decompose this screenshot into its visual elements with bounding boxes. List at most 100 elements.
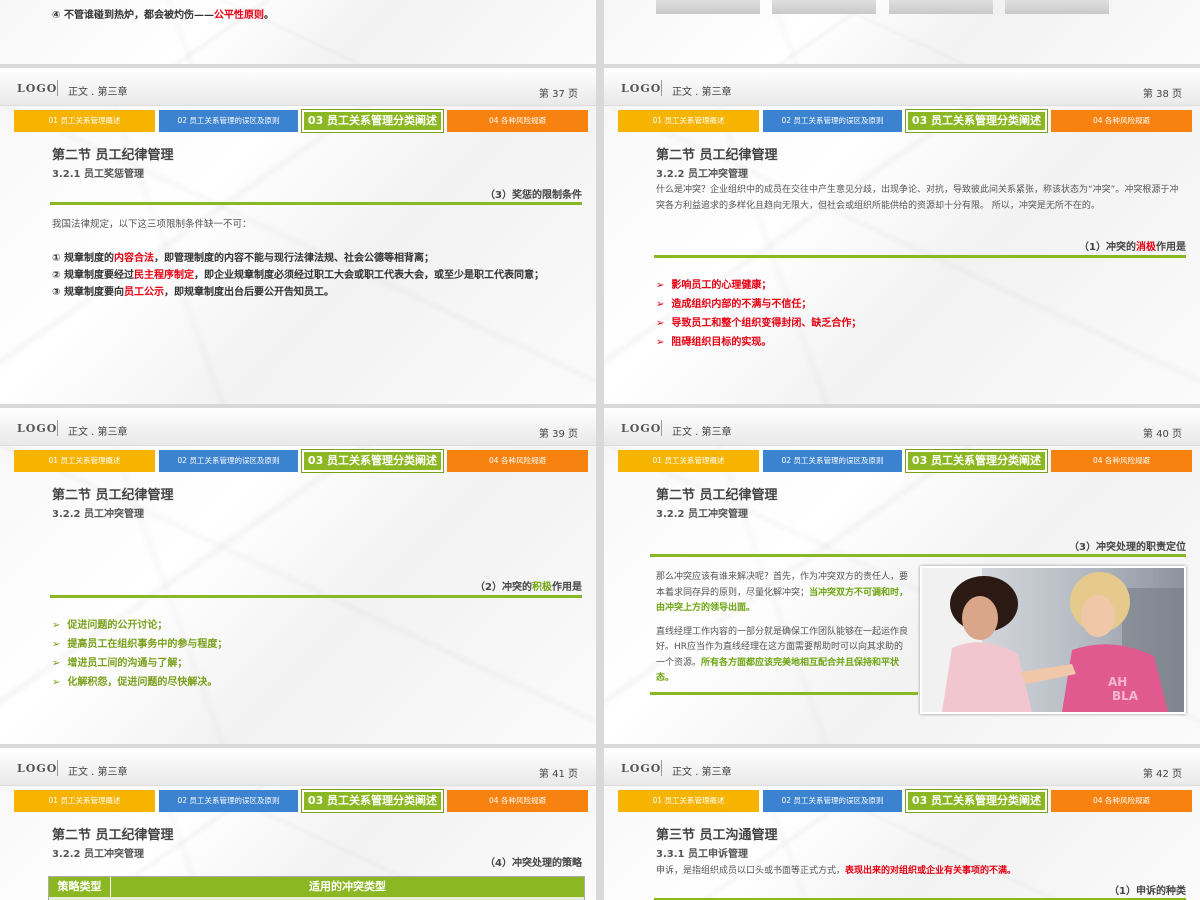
tab-overview[interactable]: 01 员工关系管理概述 (618, 110, 759, 132)
tab-classification[interactable]: 03 员工关系管理分类阐述 (905, 789, 1048, 813)
list-item: ① 规章制度的内容合法，即管理制度的内容不能与现行法律法规、社会公德等相背离； (52, 253, 434, 264)
tab-mistakes-principles[interactable]: 02 员工关系管理的误区及原则 (159, 450, 298, 472)
topic-heading: （2）冲突的积极作用是 (475, 582, 582, 593)
slide-partial-top-right[interactable] (604, 0, 1200, 64)
tab-overview[interactable]: 01 员工关系管理概述 (14, 790, 155, 812)
principle-line: ④ 不管谁碰到热炉，都会被灼伤——公平性原则。 (52, 10, 274, 21)
tab-risk-avoidance[interactable]: 04 各种风险规避 (1051, 450, 1192, 472)
tab-classification[interactable]: 03 员工关系管理分类阐述 (301, 789, 444, 813)
tab-overview[interactable]: 01 员工关系管理概述 (14, 110, 155, 132)
tab-classification[interactable]: 03 员工关系管理分类阐述 (301, 449, 444, 473)
svg-text:BLA: BLA (1112, 689, 1139, 703)
topic-heading: （3）奖惩的限制条件 (485, 190, 582, 201)
tab-mistakes-principles[interactable]: 02 员工关系管理的误区及原则 (159, 790, 298, 812)
tab-overview[interactable]: 01 员工关系管理概述 (14, 450, 155, 472)
topic-heading: （1）冲突的消极作用是 (1079, 242, 1186, 253)
paragraph: 直线经理工作内容的一部分就是确保工作团队能够在一起运作良好。HR应当作为直线经理… (656, 626, 909, 684)
decor-box (772, 0, 876, 14)
intro-text: 我国法律规定，以下这三项限制条件缺一不可： (52, 219, 252, 230)
divider (661, 420, 662, 436)
tab-mistakes-principles[interactable]: 02 员工关系管理的误区及原则 (763, 110, 902, 132)
tab-overview[interactable]: 01 员工关系管理概述 (618, 790, 759, 812)
tab-risk-avoidance[interactable]: 04 各种风险规避 (447, 110, 588, 132)
nav-tabs: 01 员工关系管理概述 02 员工关系管理的误区及原则 03 员工关系管理分类阐… (14, 449, 588, 473)
chapter-label: 正文 . 第三章 (672, 767, 732, 778)
slide-37[interactable]: LOGO 正文 . 第三章 第 37 页 01 员工关系管理概述 02 员工关系… (0, 68, 596, 404)
tab-risk-avoidance[interactable]: 04 各种风险规避 (447, 790, 588, 812)
logo: LOGO (17, 422, 58, 435)
list-item: ➢ 造成组织内部的不满与不信任； (656, 299, 812, 310)
nav-tabs: 01 员工关系管理概述 02 员工关系管理的误区及原则 03 员工关系管理分类阐… (618, 789, 1192, 813)
tab-mistakes-principles[interactable]: 02 员工关系管理的误区及原则 (159, 110, 298, 132)
nav-tabs: 01 员工关系管理概述 02 员工关系管理的误区及原则 03 员工关系管理分类阐… (14, 789, 588, 813)
tab-classification[interactable]: 03 员工关系管理分类阐述 (905, 109, 1048, 133)
tab-overview[interactable]: 01 员工关系管理概述 (618, 450, 759, 472)
tab-risk-avoidance[interactable]: 04 各种风险规避 (447, 450, 588, 472)
slide-partial-top-left[interactable]: ④ 不管谁碰到热炉，都会被灼伤——公平性原则。 (0, 0, 596, 64)
subsection-title: 3.2.2 员工冲突管理 (52, 509, 144, 520)
section-title: 第二节 员工纪律管理 (656, 488, 778, 503)
slide-41[interactable]: LOGO 正文 . 第三章 第 41 页 01 员工关系管理概述 02 员工关系… (0, 748, 596, 900)
decor-box (1005, 0, 1109, 14)
page-number: 第 39 页 (538, 429, 578, 440)
logo: LOGO (17, 762, 58, 775)
tab-mistakes-principles[interactable]: 02 员工关系管理的误区及原则 (763, 790, 902, 812)
topic-heading: （1）申诉的种类 (1109, 886, 1186, 897)
green-rule (654, 255, 1186, 258)
logo: LOGO (17, 82, 58, 95)
slide-39[interactable]: LOGO 正文 . 第三章 第 39 页 01 员工关系管理概述 02 员工关系… (0, 408, 596, 744)
list-item: ③ 规章制度要向员工公示，即规章制度出台后要公开告知员工。 (52, 287, 334, 298)
negative-effects-list: ➢ 影响员工的心理健康； ➢ 造成组织内部的不满与不信任； ➢ 导致员工和整个组… (656, 276, 861, 352)
logo: LOGO (621, 82, 662, 95)
list-item: ➢ 促进问题的公开讨论； (52, 620, 168, 631)
tab-risk-avoidance[interactable]: 04 各种风险规避 (1051, 110, 1192, 132)
decor-box (656, 0, 760, 14)
page-number: 第 42 页 (1142, 769, 1182, 780)
slide-header: LOGO 正文 . 第三章 第 41 页 (0, 748, 596, 786)
slide-header: LOGO 正文 . 第三章 第 39 页 (0, 408, 596, 446)
list-item: ➢ 导致员工和整个组织变得封闭、缺乏合作； (656, 318, 862, 329)
subsection-title: 3.2.2 员工冲突管理 (52, 849, 144, 860)
nav-tabs: 01 员工关系管理概述 02 员工关系管理的误区及原则 03 员工关系管理分类阐… (14, 109, 588, 133)
slide-40[interactable]: LOGO 正文 . 第三章 第 40 页 01 员工关系管理概述 02 员工关系… (604, 408, 1200, 744)
divider (661, 80, 662, 96)
logo: LOGO (621, 422, 662, 435)
tab-risk-avoidance[interactable]: 04 各种风险规避 (1051, 790, 1192, 812)
divider (57, 420, 58, 436)
tab-mistakes-principles[interactable]: 02 员工关系管理的误区及原则 (763, 450, 902, 472)
nav-tabs: 01 员工关系管理概述 02 员工关系管理的误区及原则 03 员工关系管理分类阐… (618, 449, 1192, 473)
list-item: ➢ 增进员工间的沟通与了解； (52, 658, 188, 669)
page-number: 第 38 页 (1142, 89, 1182, 100)
section-title: 第二节 员工纪律管理 (52, 148, 174, 163)
paragraph: 那么冲突应该有谁来解决呢？首先，作为冲突双方的责任人，要本着求同存异的原则，尽量… (656, 572, 909, 613)
chapter-label: 正文 . 第三章 (672, 427, 732, 438)
green-rule (50, 202, 582, 205)
green-rule (650, 554, 1186, 557)
slide-42[interactable]: LOGO 正文 . 第三章 第 42 页 01 员工关系管理概述 02 员工关系… (604, 748, 1200, 900)
section-title: 第二节 员工纪律管理 (656, 148, 778, 163)
slide-header: LOGO 正文 . 第三章 第 37 页 (0, 68, 596, 106)
conflict-photo: AH BLA (920, 566, 1186, 714)
tab-classification[interactable]: 03 员工关系管理分类阐述 (301, 109, 444, 133)
definition-paragraph: 什么是冲突？企业组织中的成员在交往中产生意见分歧，出现争论、对抗，导致彼此间关系… (656, 185, 1179, 211)
responsibility-text: 那么冲突应该有谁来解决呢？首先，作为冲突双方的责任人，要本着求同存异的原则，尽量… (656, 570, 912, 687)
green-rule (50, 595, 582, 598)
conflict-illustration: AH BLA (922, 568, 1184, 712)
column-header: 适用的冲突类型 (309, 880, 386, 893)
svg-text:AH: AH (1108, 675, 1127, 689)
list-item: ➢ 化解积怨，促进问题的尽快解决。 (52, 677, 218, 688)
section-title: 第二节 员工纪律管理 (52, 828, 174, 843)
positive-effects-list: ➢ 促进问题的公开讨论； ➢ 提高员工在组织事务中的参与程度； ➢ 增进员工间的… (52, 616, 227, 692)
nav-tabs: 01 员工关系管理概述 02 员工关系管理的误区及原则 03 员工关系管理分类阐… (618, 109, 1192, 133)
divider (661, 760, 662, 776)
page-number: 第 41 页 (538, 769, 578, 780)
slide-header: LOGO 正文 . 第三章 第 40 页 (604, 408, 1200, 446)
page-number: 第 40 页 (1142, 429, 1182, 440)
slide-38[interactable]: LOGO 正文 . 第三章 第 38 页 01 员工关系管理概述 02 员工关系… (604, 68, 1200, 404)
decor-box (889, 0, 993, 14)
subsection-title: 3.2.2 员工冲突管理 (656, 509, 748, 520)
tab-classification[interactable]: 03 员工关系管理分类阐述 (905, 449, 1048, 473)
chapter-label: 正文 . 第三章 (672, 87, 732, 98)
chapter-label: 正文 . 第三章 (68, 767, 128, 778)
topic-heading: （3）冲突处理的职责定位 (1069, 542, 1186, 553)
